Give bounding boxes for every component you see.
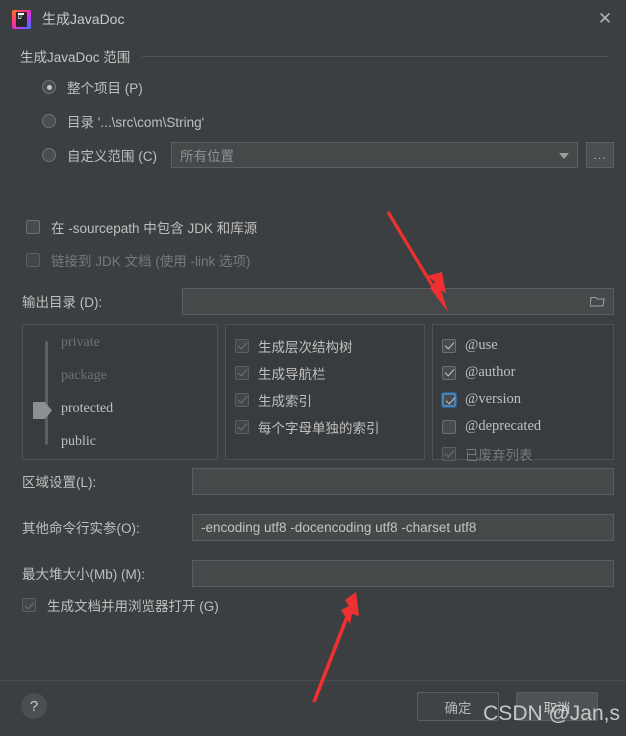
- checkbox-deprecated[interactable]: [442, 419, 456, 434]
- chevron-down-icon: [559, 153, 569, 159]
- checkbox-hierarchy-tree[interactable]: [235, 338, 249, 353]
- other-args-value: -encoding utf8 -docencoding utf8 -charse…: [201, 519, 477, 535]
- checkbox-label-open-in-browser: 生成文档并用浏览器打开 (G): [47, 599, 219, 614]
- checkbox-label-hierarchy-tree: 生成层次结构树: [258, 339, 353, 355]
- radio-row-custom-scope[interactable]: 自定义范围 (C) 所有位置 ...: [12, 138, 614, 172]
- checkbox-row-open-in-browser[interactable]: 生成文档并用浏览器打开 (G): [12, 590, 614, 620]
- field-row-max-heap: 最大堆大小(Mb) (M):: [12, 556, 614, 590]
- checkbox-link-jdk-docs[interactable]: [26, 252, 40, 267]
- scope-group-title: 生成JavaDoc 范围: [20, 46, 614, 66]
- checkbox-row-use[interactable]: @use: [433, 332, 613, 359]
- checkbox-row-version[interactable]: @version: [433, 386, 613, 413]
- window-titlebar: IJ 生成JavaDoc ✕: [0, 0, 626, 38]
- checkbox-label-separate-index: 每个字母单独的索引: [258, 420, 380, 436]
- checkbox-row-index[interactable]: 生成索引: [226, 386, 424, 413]
- radio-whole-project[interactable]: [42, 80, 56, 94]
- generate-panel: 生成层次结构树 生成导航栏 生成索引 每个字母单独的索引: [225, 324, 425, 460]
- radio-directory[interactable]: [42, 114, 56, 128]
- checkbox-row-navbar[interactable]: 生成导航栏: [226, 359, 424, 386]
- field-row-other-args: 其他命令行实参(O): -encoding utf8 -docencoding …: [12, 510, 614, 544]
- checkbox-label-index: 生成索引: [258, 393, 312, 409]
- locale-label: 区域设置(L):: [22, 475, 97, 490]
- window-title: 生成JavaDoc: [42, 11, 125, 27]
- checkbox-row-deprecated[interactable]: @deprecated: [433, 413, 613, 440]
- group-title-separator: [142, 55, 608, 57]
- checkbox-use[interactable]: [442, 338, 456, 353]
- checkbox-separate-index[interactable]: [235, 419, 249, 434]
- visibility-item-protected[interactable]: protected: [61, 401, 113, 417]
- checkbox-index[interactable]: [235, 392, 249, 407]
- checkbox-row-link-jdk-docs[interactable]: 链接到 JDK 文档 (使用 -link 选项): [12, 243, 614, 276]
- checkbox-label-use: @use: [465, 337, 498, 353]
- checkbox-label-version: @version: [465, 391, 522, 407]
- checkbox-row-hierarchy-tree[interactable]: 生成层次结构树: [226, 332, 424, 359]
- checkbox-label-deprecated-list: 已废弃列表: [465, 447, 533, 463]
- visibility-item-private[interactable]: private: [61, 335, 100, 351]
- folder-icon[interactable]: [590, 295, 605, 307]
- custom-scope-value: 所有位置: [180, 149, 234, 164]
- visibility-item-public[interactable]: public: [61, 434, 96, 450]
- scope-group-title-label: 生成JavaDoc 范围: [20, 50, 131, 65]
- checkbox-row-include-jdk[interactable]: 在 -sourcepath 中包含 JDK 和库源: [12, 210, 614, 243]
- radio-label-directory: 目录 '...\src\com\String': [67, 115, 205, 130]
- checkbox-label-navbar: 生成导航栏: [258, 366, 326, 382]
- max-heap-label: 最大堆大小(Mb) (M):: [22, 567, 145, 582]
- radio-label-custom-scope: 自定义范围 (C): [67, 149, 157, 164]
- visibility-item-package[interactable]: package: [61, 368, 107, 384]
- radio-label-whole-project: 整个项目 (P): [67, 81, 143, 96]
- help-button[interactable]: ?: [21, 693, 47, 719]
- checkbox-include-jdk[interactable]: [26, 219, 40, 234]
- checkbox-open-in-browser[interactable]: [22, 598, 36, 612]
- close-icon[interactable]: ✕: [594, 8, 616, 30]
- cancel-button[interactable]: 取消: [516, 692, 598, 721]
- other-args-input[interactable]: -encoding utf8 -docencoding utf8 -charse…: [192, 513, 614, 541]
- checkbox-label-author: @author: [465, 364, 516, 380]
- tags-panel: @use @author @version @deprecated 已废弃列表: [432, 324, 614, 463]
- checkbox-row-deprecated-list[interactable]: 已废弃列表: [433, 440, 613, 467]
- visibility-slider-thumb[interactable]: [33, 402, 52, 419]
- radio-row-whole-project[interactable]: 整个项目 (P): [12, 70, 614, 104]
- radio-custom-scope[interactable]: [42, 148, 56, 162]
- dialog-footer: ? 确定 取消: [0, 680, 626, 736]
- checkbox-deprecated-list[interactable]: [442, 446, 456, 461]
- radio-row-directory[interactable]: 目录 '...\src\com\String': [12, 104, 614, 138]
- checkbox-row-author[interactable]: @author: [433, 359, 613, 386]
- options-panels: private package protected public 生成层次结构树…: [22, 324, 614, 463]
- visibility-panel[interactable]: private package protected public: [22, 324, 218, 460]
- checkbox-label-deprecated: @deprecated: [465, 418, 542, 434]
- max-heap-input[interactable]: [192, 559, 614, 587]
- checkbox-label-link-jdk-docs: 链接到 JDK 文档 (使用 -link 选项): [51, 253, 251, 269]
- locale-input[interactable]: [192, 467, 614, 495]
- browse-scope-button[interactable]: ...: [586, 142, 614, 168]
- checkbox-version[interactable]: [442, 392, 456, 407]
- field-row-locale: 区域设置(L):: [12, 464, 614, 498]
- checkbox-label-include-jdk: 在 -sourcepath 中包含 JDK 和库源: [51, 220, 258, 236]
- checkbox-row-separate-index[interactable]: 每个字母单独的索引: [226, 413, 424, 440]
- output-dir-label: 输出目录 (D):: [22, 295, 103, 310]
- ok-button[interactable]: 确定: [417, 692, 499, 721]
- custom-scope-dropdown[interactable]: 所有位置: [171, 142, 578, 168]
- dialog-content: 生成JavaDoc 范围 整个项目 (P) 目录 '...\src\com\St…: [0, 46, 626, 620]
- output-dir-input[interactable]: [182, 287, 614, 315]
- checkbox-author[interactable]: [442, 365, 456, 380]
- field-row-output-dir: 输出目录 (D):: [12, 284, 614, 318]
- visibility-slider-track[interactable]: [45, 341, 48, 445]
- checkbox-navbar[interactable]: [235, 365, 249, 380]
- intellij-idea-icon: IJ: [12, 9, 31, 29]
- other-args-label: 其他命令行实参(O):: [22, 521, 140, 536]
